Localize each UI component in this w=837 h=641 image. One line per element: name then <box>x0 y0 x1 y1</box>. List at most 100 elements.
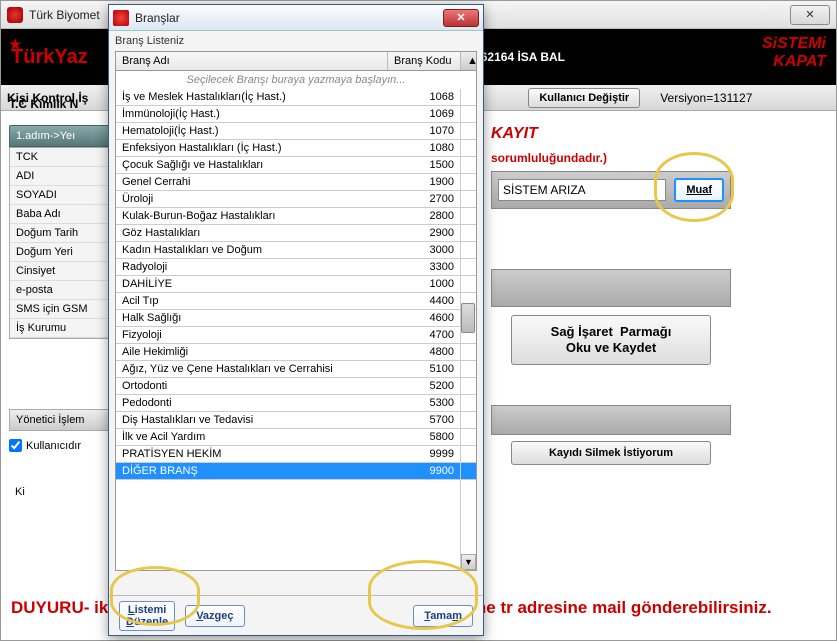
scroll-down-button[interactable]: ▼ <box>461 554 476 570</box>
scrollbar-track <box>460 259 476 275</box>
cell-brans-adi: Radyoloji <box>116 259 388 275</box>
field-soyadi[interactable]: SOYADI <box>10 186 108 205</box>
yonetici-header: Yönetici İşlem <box>9 409 109 431</box>
table-row[interactable]: Göz Hastalıkları2900 <box>116 225 476 242</box>
field-tck[interactable]: TCK <box>10 148 108 167</box>
cell-brans-adi: Kadın Hastalıkları ve Doğum <box>116 242 388 258</box>
scrollbar-track[interactable]: ▼ <box>460 480 476 570</box>
scrollbar-track <box>460 463 476 479</box>
cell-brans-adi: Pedodonti <box>116 395 388 411</box>
sag-isaret-button[interactable]: Sağ İşaret ParmağıOku ve Kaydet <box>511 315 711 365</box>
field-e-posta[interactable]: e-posta <box>10 281 108 300</box>
sistemi-kapat-button[interactable]: SiSTEMi KAPAT <box>762 35 826 71</box>
table-row[interactable]: Çocuk Sağlığı ve Hastalıkları1500 <box>116 157 476 174</box>
sistem-ariza-input[interactable] <box>498 179 666 201</box>
cell-brans-kodu: 1080 <box>388 140 460 156</box>
dialog-footer: ListemiDüzenle Vazgeç Tamam <box>109 595 483 635</box>
ki-label: Ki <box>9 482 109 502</box>
logo-text: TürkYaz <box>11 46 88 69</box>
cell-brans-kodu: 5300 <box>388 395 460 411</box>
kullanicidir-checkbox[interactable]: Kullanıcıdır <box>9 439 109 452</box>
scrollbar-track <box>460 361 476 377</box>
listemi-duzenle-button[interactable]: ListemiDüzenle <box>119 601 175 631</box>
table-row[interactable]: İş ve Meslek Hastalıkları(İç Hast.)1068 <box>116 89 476 106</box>
cell-brans-adi: PRATİSYEN HEKİM <box>116 446 388 462</box>
cell-brans-kodu: 5800 <box>388 429 460 445</box>
col-brans-kodu[interactable]: Branş Kodu <box>388 52 460 70</box>
cell-brans-kodu: 1069 <box>388 106 460 122</box>
cell-brans-adi: Halk Sağlığı <box>116 310 388 326</box>
cell-brans-adi: Aile Hekimliği <box>116 344 388 360</box>
cell-brans-kodu: 4600 <box>388 310 460 326</box>
scrollbar-track <box>460 191 476 207</box>
table-row[interactable]: Pedodonti5300 <box>116 395 476 412</box>
table-row[interactable]: DİĞER BRANŞ9900 <box>116 463 476 480</box>
sorum-label: sorumluluğundadır.) <box>491 151 731 165</box>
cell-brans-kodu: 2900 <box>388 225 460 241</box>
scrollbar-track <box>460 395 476 411</box>
field-cinsiyet[interactable]: Cinsiyet <box>10 262 108 281</box>
kullanicidir-input[interactable] <box>9 439 22 452</box>
table-row[interactable]: Kadın Hastalıkları ve Doğum3000 <box>116 242 476 259</box>
scrollbar-track <box>460 225 476 241</box>
col-brans-adi[interactable]: Branş Adı <box>116 52 388 70</box>
cell-brans-adi: Kulak-Burun-Boğaz Hastalıkları <box>116 208 388 224</box>
scrollbar-track <box>460 344 476 360</box>
list-blank: ▼ <box>116 480 476 570</box>
cell-brans-adi: Diş Hastalıkları ve Tedavisi <box>116 412 388 428</box>
scrollbar-track <box>460 208 476 224</box>
cell-brans-adi: Enfeksiyon Hastalıkları (İç Hast.) <box>116 140 388 156</box>
table-row[interactable]: İlk ve Acil Yardım5800 <box>116 429 476 446</box>
cell-brans-kodu: 2700 <box>388 191 460 207</box>
cell-brans-kodu: 5200 <box>388 378 460 394</box>
table-row[interactable]: Üroloji2700 <box>116 191 476 208</box>
table-row[interactable]: Halk Sağlığı4600 <box>116 310 476 327</box>
cell-brans-adi: Hematoloji(İç Hast.) <box>116 123 388 139</box>
scrollbar-track <box>460 106 476 122</box>
kullanici-degistir-button[interactable]: Kullanıcı Değiştir <box>528 88 640 108</box>
cell-brans-adi: Ağız, Yüz ve Çene Hastalıkları ve Cerrah… <box>116 361 388 377</box>
main-close-button[interactable]: ✕ <box>790 5 830 25</box>
gray-placeholder-1 <box>491 269 731 307</box>
field-do-um-yeri[interactable]: Doğum Yeri <box>10 243 108 262</box>
field-do-um-tarih[interactable]: Doğum Tarih <box>10 224 108 243</box>
field-i-kurumu[interactable]: İş Kurumu <box>10 319 108 338</box>
table-row[interactable]: Enfeksiyon Hastalıkları (İç Hast.)1080 <box>116 140 476 157</box>
table-row[interactable]: PRATİSYEN HEKİM9999 <box>116 446 476 463</box>
cell-brans-kodu: 1068 <box>388 89 460 105</box>
table-row[interactable]: İmmünoloji(İç Hast.)1069 <box>116 106 476 123</box>
field-sms-i-in-gsm[interactable]: SMS için GSM <box>10 300 108 319</box>
field-baba-ad-[interactable]: Baba Adı <box>10 205 108 224</box>
cell-brans-adi: Fizyoloji <box>116 327 388 343</box>
tamam-button[interactable]: Tamam <box>413 605 473 627</box>
scroll-up-button[interactable]: ▲ <box>460 52 476 70</box>
table-row[interactable]: Kulak-Burun-Boğaz Hastalıkları2800 <box>116 208 476 225</box>
scrollbar-thumb[interactable] <box>461 303 475 333</box>
dialog-close-button[interactable]: ✕ <box>443 9 479 27</box>
table-row[interactable]: Hematoloji(İç Hast.)1070 <box>116 123 476 140</box>
table-row[interactable]: Acil Tıp4400 <box>116 293 476 310</box>
cell-brans-kodu: 1070 <box>388 123 460 139</box>
table-row[interactable]: Diş Hastalıkları ve Tedavisi5700 <box>116 412 476 429</box>
kayidi-sil-button[interactable]: Kayıdı Silmek İstiyorum <box>511 441 711 465</box>
table-row[interactable]: Ortodonti5200 <box>116 378 476 395</box>
table-row[interactable]: Radyoloji3300 <box>116 259 476 276</box>
cell-brans-kodu: 3300 <box>388 259 460 275</box>
table-row[interactable]: Genel Cerrahi1900 <box>116 174 476 191</box>
cell-brans-adi: DAHİLİYE <box>116 276 388 292</box>
table-row[interactable]: Fizyoloji4700 <box>116 327 476 344</box>
table-row[interactable]: Ağız, Yüz ve Çene Hastalıkları ve Cerrah… <box>116 361 476 378</box>
table-row[interactable]: DAHİLİYE1000 <box>116 276 476 293</box>
brans-list: İş ve Meslek Hastalıkları(İç Hast.)1068İ… <box>115 89 477 571</box>
branslar-dialog: Branşlar ✕ Branş Listeniz Branş Adı Bran… <box>108 4 484 636</box>
muaf-button[interactable]: Muaf <box>674 178 724 202</box>
table-row[interactable]: Aile Hekimliği4800 <box>116 344 476 361</box>
vazgec-button[interactable]: Vazgeç <box>185 605 244 627</box>
search-placeholder[interactable]: Seçilecek Branşı buraya yazmaya başlayın… <box>115 71 477 89</box>
scrollbar-track <box>460 157 476 173</box>
scrollbar-track <box>460 446 476 462</box>
field-adi[interactable]: ADI <box>10 167 108 186</box>
cell-brans-kodu: 1500 <box>388 157 460 173</box>
cell-brans-adi: DİĞER BRANŞ <box>116 463 388 479</box>
left-panel: 1.adım->Yeı TCKADISOYADIBaba AdıDoğum Ta… <box>9 125 109 502</box>
